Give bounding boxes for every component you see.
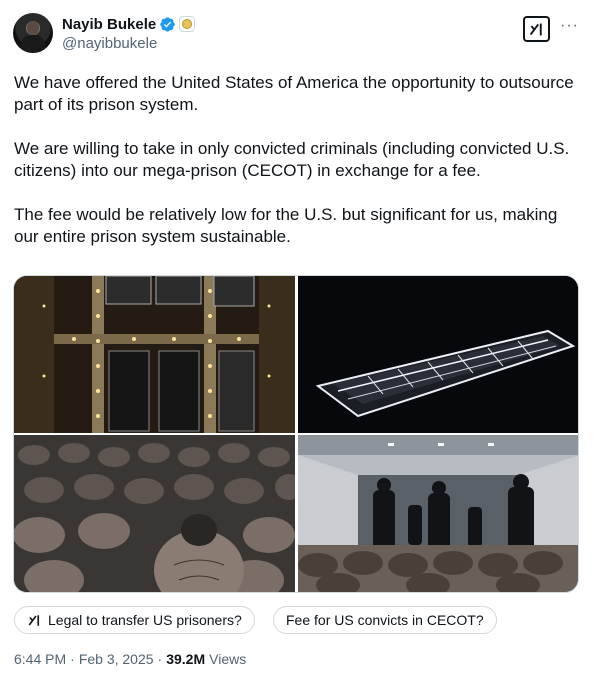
views-count[interactable]: 39.2M: [166, 651, 205, 667]
government-seal-icon[interactable]: [179, 16, 196, 32]
author-display-name[interactable]: Nayib Bukele: [62, 16, 156, 33]
media-grid: [13, 275, 579, 593]
media-image-guards[interactable]: [298, 435, 578, 592]
suggestion-label: Legal to transfer US prisoners?: [48, 612, 242, 628]
author-name-row: Nayib Bukele: [62, 14, 196, 34]
verified-badge-icon: [160, 16, 175, 32]
meta-separator: ·: [70, 651, 75, 667]
post-meta: 6:44 PM · Feb 3, 2025 · 39.2M Views: [14, 651, 246, 667]
views-label: Views: [209, 651, 247, 667]
meta-separator: ·: [157, 651, 163, 667]
media-image-inmates[interactable]: [14, 435, 295, 592]
suggestion-chip[interactable]: Fee for US convicts in CECOT?: [273, 606, 497, 634]
more-options-icon[interactable]: ···: [560, 16, 579, 36]
grok-icon: [27, 613, 42, 628]
post-date[interactable]: Feb 3, 2025: [79, 651, 154, 667]
avatar[interactable]: [13, 13, 53, 53]
post-time[interactable]: 6:44 PM: [14, 651, 66, 667]
tweet-paragraph: The fee would be relatively low for the …: [14, 205, 558, 246]
grok-icon: [529, 23, 542, 35]
media-image-prison-aerial[interactable]: [14, 276, 295, 433]
tweet-paragraph: We have offered the United States of Ame…: [14, 73, 574, 114]
tweet-text: We have offered the United States of Ame…: [14, 72, 584, 248]
tweet-paragraph: We are willing to take in only convicted…: [14, 139, 570, 180]
media-image-prison-night[interactable]: [298, 276, 578, 433]
author-handle[interactable]: @nayibbukele: [62, 35, 157, 52]
suggestion-label: Fee for US convicts in CECOT?: [286, 612, 484, 628]
suggestion-chip[interactable]: Legal to transfer US prisoners?: [14, 606, 255, 634]
grok-button[interactable]: [523, 16, 550, 42]
tweet-card: Nayib Bukele @nayibbukele ··· We have of…: [0, 0, 600, 676]
